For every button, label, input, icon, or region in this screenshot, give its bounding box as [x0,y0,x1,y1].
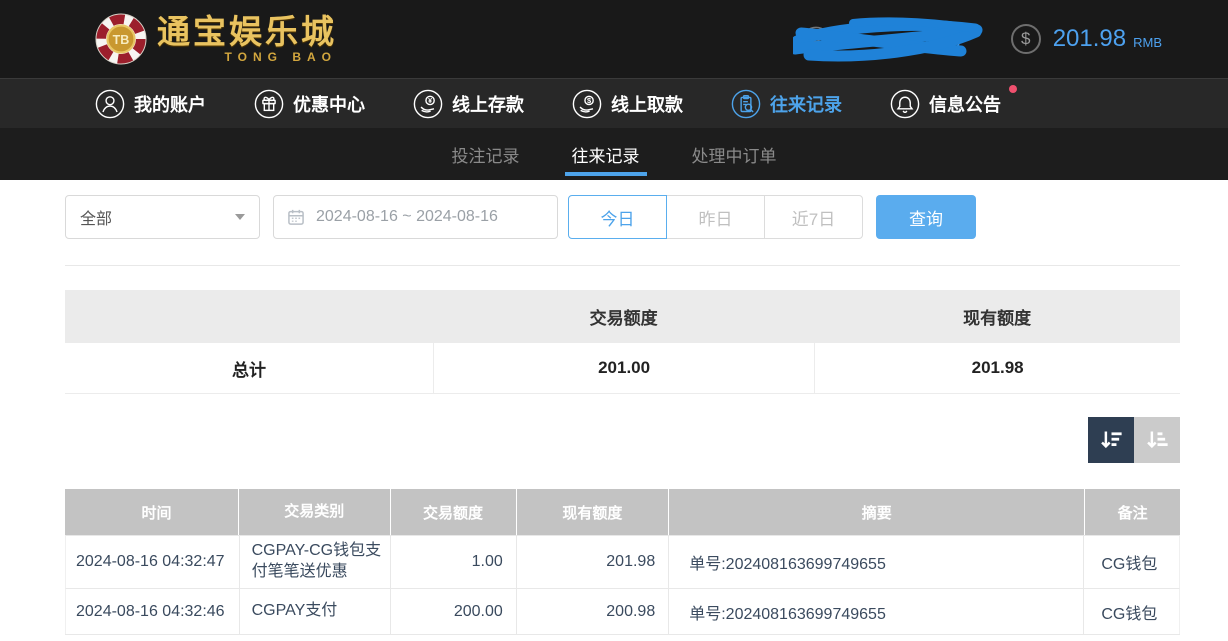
quick-range-yesterday[interactable]: 昨日 [666,195,765,239]
nav-item-promotions[interactable]: 优惠中心 [254,89,365,119]
gift-icon [254,89,284,118]
records-table: 时间 交易类别 交易额度 现有额度 摘要 备注 2024-08-16 04:32… [65,489,1180,635]
deposit-icon: ¥ [413,89,443,118]
query-button[interactable]: 查询 [876,195,976,239]
redaction-scribble [792,17,983,62]
dollar-circle-icon: $ [1010,24,1041,54]
col-balance: 现有额度 [517,489,670,535]
type-select[interactable]: 全部 [65,195,260,239]
nav-item-announcements[interactable]: 信息公告 [890,84,1017,119]
col-amount: 交易额度 [391,489,517,535]
cell-type: CGPAY支付 [240,589,391,634]
logo-text: 通宝娱乐城 TONG BAO [157,15,337,64]
top-header: TB 通宝娱乐城 TONG BAO C g 20 $ 201.98 RMB [0,0,1228,78]
summary-table: 交易额度 现有额度 总计 201.00 201.98 [65,290,1180,394]
summary-total-row: 总计 201.00 201.98 [65,343,1180,394]
site-logo[interactable]: TB 通宝娱乐城 TONG BAO [95,13,337,65]
username-area[interactable]: C g 20 [792,9,983,69]
logo-title: 通宝娱乐城 [157,12,337,50]
cell-type: CGPAY-CG钱包支付笔笔送优惠 [240,536,391,588]
section-divider [65,265,1180,266]
records-table-header: 时间 交易类别 交易额度 现有额度 摘要 备注 [65,489,1180,535]
cell-remark: CG钱包 [1101,556,1158,573]
logo-subtitle: TONG BAO [224,49,337,64]
balance-display[interactable]: $ 201.98 RMB [1010,24,1162,54]
records-icon [731,89,761,118]
summary-col-balance: 现有额度 [963,309,1032,328]
tab-betting-records[interactable]: 投注记录 [449,128,523,180]
quick-range-group: 今日 昨日 近7日 [568,195,863,239]
tab-transaction-records[interactable]: 往来记录 [564,128,647,180]
date-range-value: 2024-08-16 ~ 2024-08-16 [316,208,498,225]
summary-col-empty [65,290,433,343]
chevron-down-icon [235,214,245,220]
cell-summary: 单号:202408163699749655 [669,536,1085,588]
sort-controls [0,417,1180,463]
nav-item-transaction-records[interactable]: 往来记录 [731,89,842,119]
cell-balance: 201.98 [517,536,670,588]
sort-ascending-button[interactable] [1134,417,1180,463]
date-range-input[interactable]: 2024-08-16 ~ 2024-08-16 [273,195,558,239]
filter-row: 全部 2024-08-16 ~ 2024-08-16 今日 昨日 近7日 查询 [65,195,1180,239]
calendar-icon [288,209,304,225]
cell-remark: CG钱包 [1101,605,1158,623]
cell-time: 2024-08-16 04:32:46 [66,589,240,634]
sort-desc-icon [1100,431,1122,448]
summary-total-label: 总计 [231,360,266,380]
summary-col-amount: 交易额度 [589,309,658,328]
table-row: 2024-08-16 04:32:46 CGPAY支付 200.00 200.9… [65,588,1180,634]
balance-amount: 201.98 [1052,25,1127,52]
cell-amount: 200.00 [391,589,517,634]
nav-item-my-account[interactable]: 我的账户 [95,89,206,119]
cell-summary: 单号:202408163699749655 [669,589,1085,634]
main-nav: 我的账户 优惠中心 ¥ 线上存款 $ 线上取款 往来记录 信息公告 [0,78,1228,128]
col-remark: 备注 [1117,504,1148,522]
bell-icon [890,89,920,118]
summary-table-header: 交易额度 现有额度 [65,290,1180,343]
col-summary: 摘要 [669,489,1086,535]
col-time: 时间 [65,489,239,535]
quick-range-7days[interactable]: 近7日 [764,195,863,239]
summary-total-amount: 201.00 [432,343,814,393]
svg-text:¥: ¥ [428,97,432,104]
sort-descending-button[interactable] [1088,417,1134,463]
quick-range-today[interactable]: 今日 [568,195,667,239]
notification-dot [1009,84,1017,93]
svg-text:TB: TB [113,33,130,47]
table-row: 2024-08-16 04:32:47 CGPAY-CG钱包支付笔笔送优惠 1.… [65,535,1180,588]
cell-time: 2024-08-16 04:32:47 [66,536,240,588]
balance-currency: RMB [1133,35,1162,50]
cell-amount: 1.00 [391,536,517,588]
casino-chip-icon: TB [95,13,147,65]
type-select-value: 全部 [80,211,113,228]
nav-item-withdraw[interactable]: $ 线上取款 [572,89,683,119]
nav-item-deposit[interactable]: ¥ 线上存款 [413,89,524,119]
sort-asc-icon [1146,431,1168,448]
user-icon [95,89,125,118]
withdraw-icon: $ [572,89,602,118]
tab-processing-orders[interactable]: 处理中订单 [689,128,780,180]
summary-total-balance: 201.98 [814,343,1180,393]
sub-tabs: 投注记录 往来记录 处理中订单 [0,128,1228,180]
col-type: 交易类别 [239,489,391,535]
cell-balance: 200.98 [517,589,670,634]
